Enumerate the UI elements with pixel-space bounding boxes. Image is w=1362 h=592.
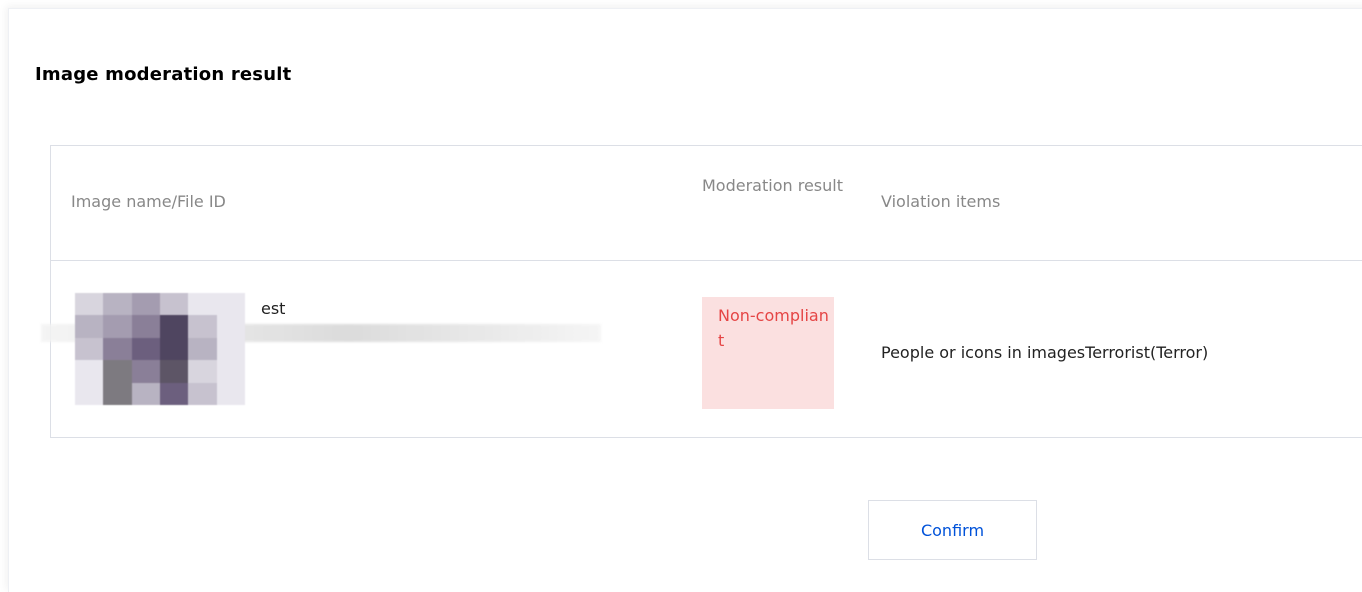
table-row: est Non-compliant People or icons in ima… xyxy=(41,261,1362,437)
file-name: est xyxy=(261,299,286,318)
table-header: Image name/File ID Moderation result Vio… xyxy=(51,146,1362,261)
column-header-result: Moderation result xyxy=(702,176,843,195)
violation-items: People or icons in imagesTerrorist(Terro… xyxy=(881,343,1209,362)
image-thumbnail xyxy=(75,293,245,405)
moderation-dialog: Image moderation result Image name/File … xyxy=(8,8,1362,592)
column-header-name: Image name/File ID xyxy=(71,192,226,211)
status-badge: Non-compliant xyxy=(702,297,834,409)
dialog-title: Image moderation result xyxy=(35,64,292,85)
column-header-violation: Violation items xyxy=(881,192,1001,211)
confirm-button[interactable]: Confirm xyxy=(868,500,1037,560)
moderation-table: Image name/File ID Moderation result Vio… xyxy=(41,145,1362,438)
